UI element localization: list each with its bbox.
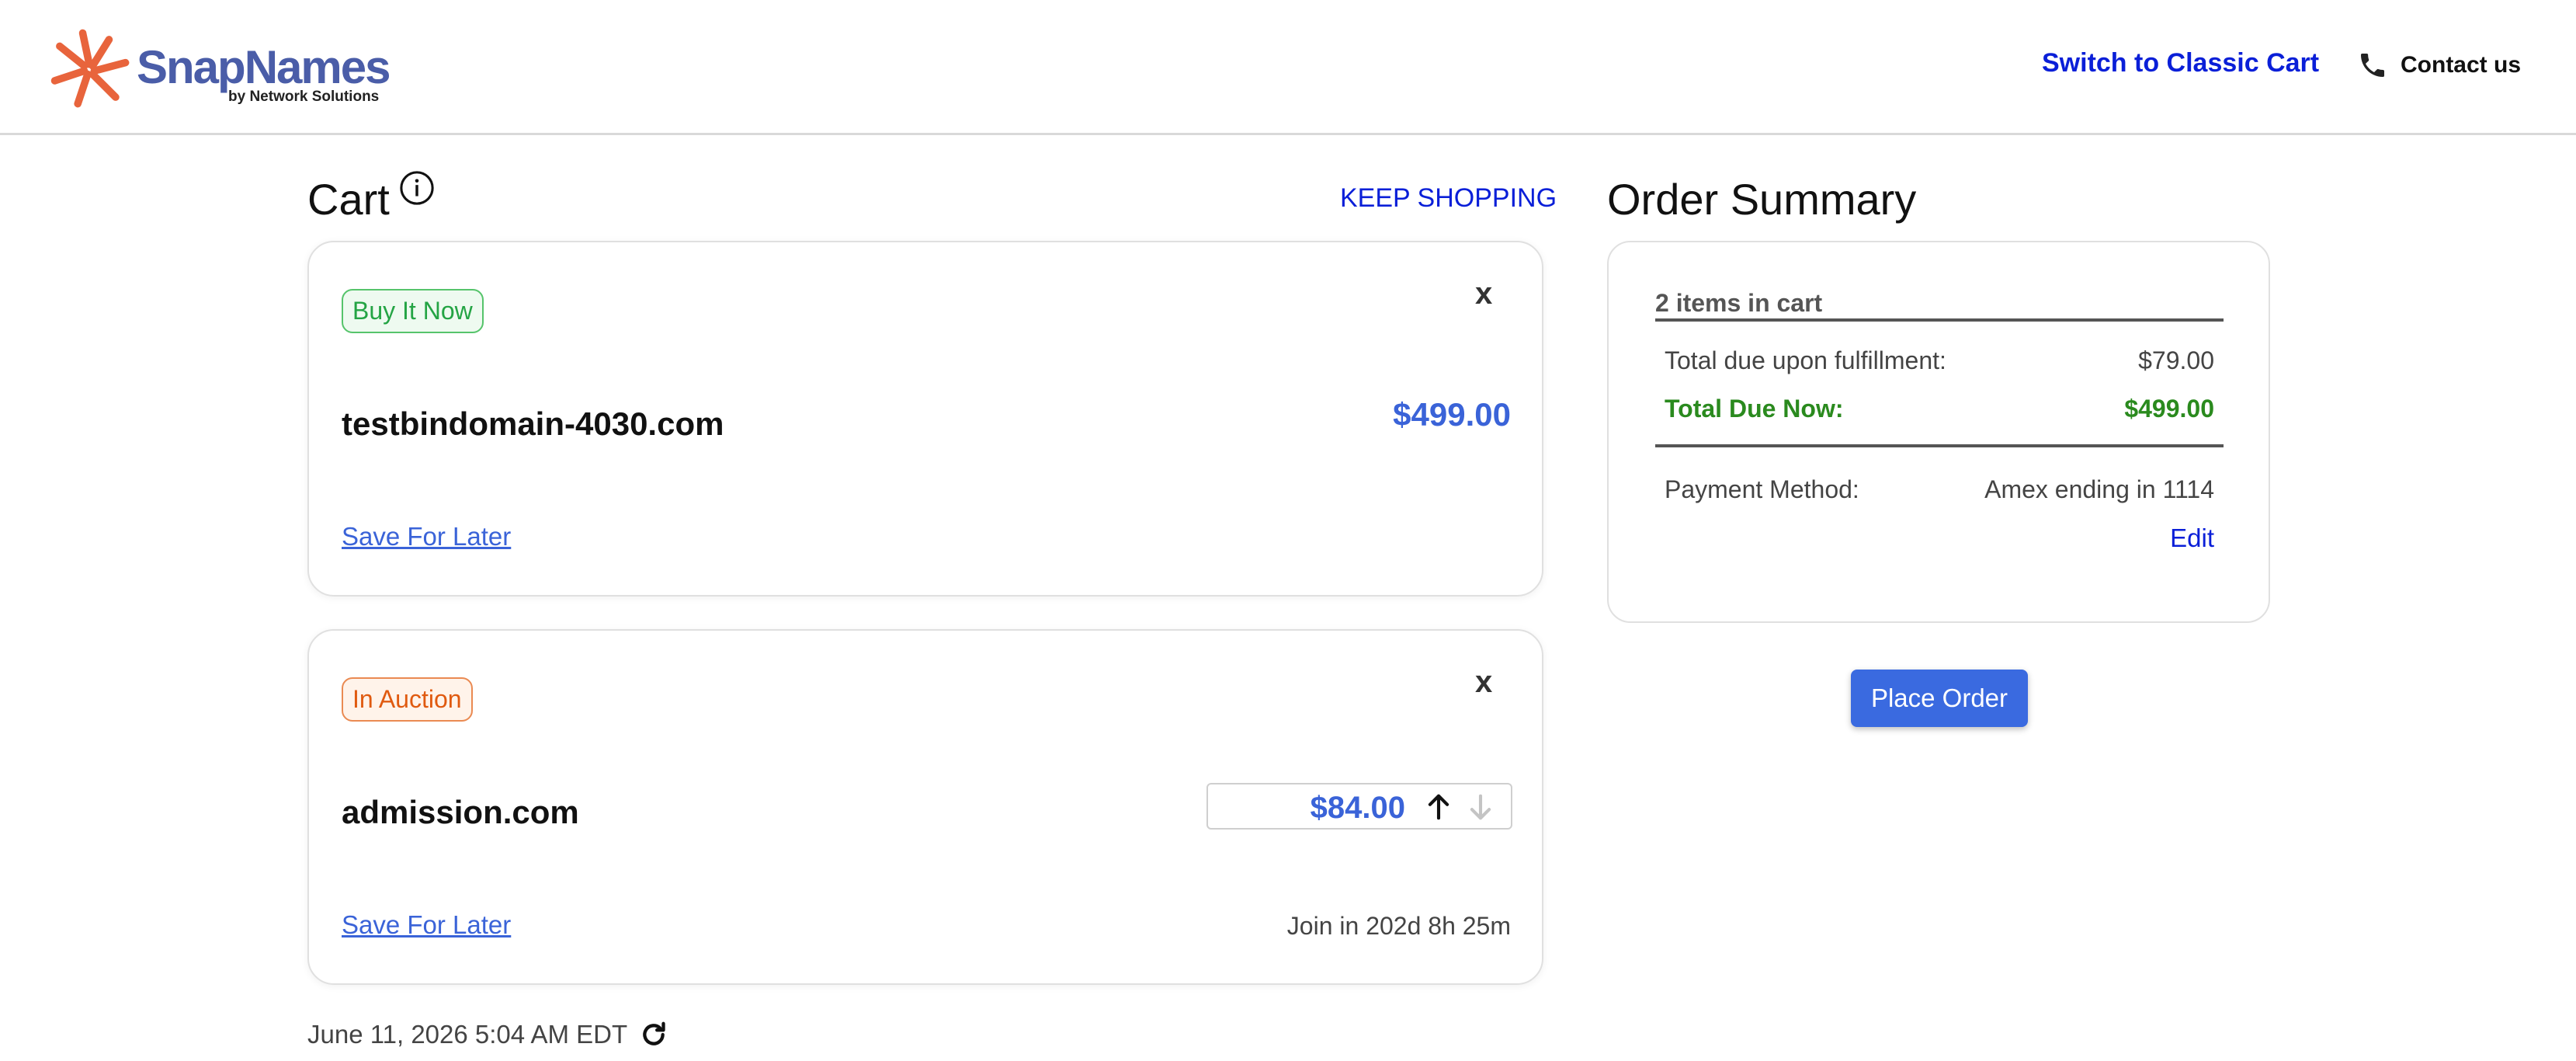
buy-it-now-badge: Buy It Now <box>342 289 484 333</box>
info-icon[interactable] <box>399 170 435 206</box>
edit-payment-link[interactable]: Edit <box>2170 524 2214 553</box>
contact-us-label: Contact us <box>2401 52 2522 78</box>
keep-shopping-link[interactable]: KEEP SHOPPING <box>1340 183 1557 214</box>
summary-divider <box>1655 444 2224 447</box>
remove-item-button[interactable]: x <box>1475 665 1492 700</box>
payment-method-label: Payment Method: <box>1665 475 1859 503</box>
cart-item-card: In Auction x admission.com $84.00 Save F… <box>307 629 1543 985</box>
arrow-down-icon[interactable] <box>1466 791 1495 823</box>
payment-method-row: Payment Method: Amex ending in 1114 <box>1665 475 2214 504</box>
total-due-now-row: Total Due Now: $499.00 <box>1665 395 2214 423</box>
arrow-up-icon[interactable] <box>1424 791 1453 823</box>
total-due-now-value: $499.00 <box>2124 395 2214 423</box>
summary-divider <box>1655 318 2224 322</box>
contact-us-link[interactable]: Contact us <box>2357 48 2521 82</box>
domain-name: testbindomain-4030.com <box>342 405 724 442</box>
total-due-now-label: Total Due Now: <box>1665 395 1844 423</box>
item-price: $499.00 <box>1393 396 1511 433</box>
save-for-later-link[interactable]: Save For Later <box>342 522 511 551</box>
cart-title-text: Cart <box>307 175 390 224</box>
place-order-button[interactable]: Place Order <box>1851 670 2028 727</box>
timestamp-text: June 11, 2026 5:04 AM EDT <box>307 1020 628 1049</box>
cart-item-card: Buy It Now x testbindomain-4030.com $499… <box>307 241 1543 597</box>
brand-name: SnapNames <box>137 41 391 93</box>
order-summary-title: Order Summary <box>1607 175 1917 224</box>
save-for-later-link[interactable]: Save For Later <box>342 910 511 940</box>
items-in-cart-count: 2 items in cart <box>1655 289 1823 317</box>
payment-method-value: Amex ending in 1114 <box>1984 475 2214 503</box>
bid-amount-value: $84.00 <box>1310 791 1405 825</box>
phone-icon <box>2361 54 2384 77</box>
bid-amount-stepper[interactable]: $84.00 <box>1206 783 1512 830</box>
fulfillment-label: Total due upon fulfillment: <box>1665 346 1946 374</box>
switch-to-classic-cart-link[interactable]: Switch to Classic Cart <box>2042 48 2319 78</box>
in-auction-badge: In Auction <box>342 677 473 722</box>
fulfillment-total-row: Total due upon fulfillment: $79.00 <box>1665 346 2214 375</box>
auction-countdown: Join in 202d 8h 25m <box>1286 912 1511 940</box>
brand-tagline: by Network Solutions <box>228 89 380 105</box>
top-header: SnapNames by Network Solutions Switch to… <box>0 0 2576 135</box>
snap-burst-icon <box>50 29 130 108</box>
snapnames-logo[interactable]: SnapNames by Network Solutions <box>48 26 391 109</box>
remove-item-button[interactable]: x <box>1475 277 1492 311</box>
domain-name: admission.com <box>342 794 579 830</box>
cart-timestamp: June 11, 2026 5:04 AM EDT <box>307 1019 669 1050</box>
cart-title: Cart <box>307 170 435 224</box>
order-summary-card: 2 items in cart Total due upon fulfillme… <box>1607 241 2270 623</box>
refresh-icon[interactable] <box>638 1019 669 1050</box>
fulfillment-value: $79.00 <box>2138 346 2214 374</box>
